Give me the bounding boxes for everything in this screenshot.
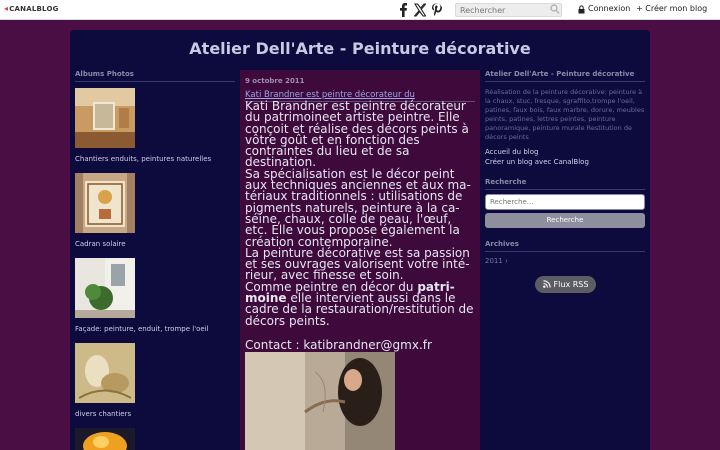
post-date: 9 octobre 2011 (245, 77, 305, 85)
blog-description: Réalisation de la peinture décorative: p… (485, 88, 645, 141)
post-paragraph: Comme peintre en décor du patri-moine el… (245, 281, 477, 327)
album-thumbnail[interactable] (75, 343, 135, 403)
create-blog-link[interactable]: + Créer mon blog (636, 4, 707, 13)
album-thumbnail[interactable] (75, 173, 135, 233)
album-caption[interactable]: divers chantiers (75, 410, 131, 418)
rss-icon (542, 280, 551, 288)
album-caption[interactable]: Cadran solaire (75, 240, 126, 248)
rss-label: Flux RSS (553, 280, 589, 289)
blog-info-heading: Atelier Dell'Arte - Peinture décorative (485, 70, 645, 82)
logo-text: CANALBLOG (9, 5, 59, 13)
albums-heading: Albums Photos (75, 70, 235, 82)
x-twitter-icon[interactable] (414, 3, 426, 17)
left-sidebar: Albums Photos Chantiers enduits, peintur… (75, 70, 235, 450)
post-contact: Contact : katibrandner@gmx.fr (245, 338, 432, 352)
archives-heading: Archives (485, 240, 645, 252)
sidebar-search-input[interactable]: Recherche... (485, 194, 645, 210)
top-search-input[interactable]: Rechercher (455, 3, 562, 17)
search-button[interactable]: Recherche (485, 213, 645, 228)
post-photo[interactable] (245, 352, 395, 450)
archive-year[interactable]: 2011 (485, 257, 503, 265)
album-thumbnail[interactable] (75, 258, 135, 318)
post-paragraph: Kati Brandner est peintre décorateur du … (245, 99, 469, 170)
lock-icon (578, 5, 585, 14)
album-thumbnail[interactable] (75, 428, 135, 450)
search-heading: Recherche (485, 178, 645, 190)
post-column: 9 octobre 2011 Kati Brandner est peintre… (240, 70, 480, 450)
home-link[interactable]: Accueil du blog (485, 148, 538, 156)
album-caption[interactable]: Façade: peinture, enduit, trompe l'oeil (75, 325, 209, 333)
site-title[interactable]: Atelier Dell'Arte - Peinture décorative (70, 39, 650, 58)
canalblog-logo-icon: ◂ (4, 4, 9, 13)
create-canalblog-link[interactable]: Créer un blog avec CanalBlog (485, 158, 589, 166)
pinterest-icon[interactable] (431, 3, 442, 17)
post-paragraph: La peinture décorative est sa passion et… (245, 245, 470, 283)
canalblog-logo[interactable]: ◂CANALBLOG (4, 4, 59, 13)
post-paragraph: Sa spécialisation est le décor peint aux… (245, 166, 471, 249)
login-link[interactable]: Connexion (588, 4, 630, 13)
album-caption[interactable]: Chantiers enduits, peintures naturelles (75, 155, 211, 163)
chevron-right-icon: › (505, 257, 508, 265)
search-icon[interactable] (550, 4, 560, 15)
top-bar: ◂CANALBLOG Rechercher Connexion + Créer … (0, 0, 720, 20)
album-thumbnail[interactable] (75, 88, 135, 148)
archive-year-link[interactable]: 2011 › (485, 257, 508, 265)
facebook-icon[interactable] (399, 3, 408, 17)
rss-button[interactable]: Flux RSS (535, 276, 596, 293)
post-body: Kati Brandner est peintre décorateur du … (245, 99, 477, 327)
